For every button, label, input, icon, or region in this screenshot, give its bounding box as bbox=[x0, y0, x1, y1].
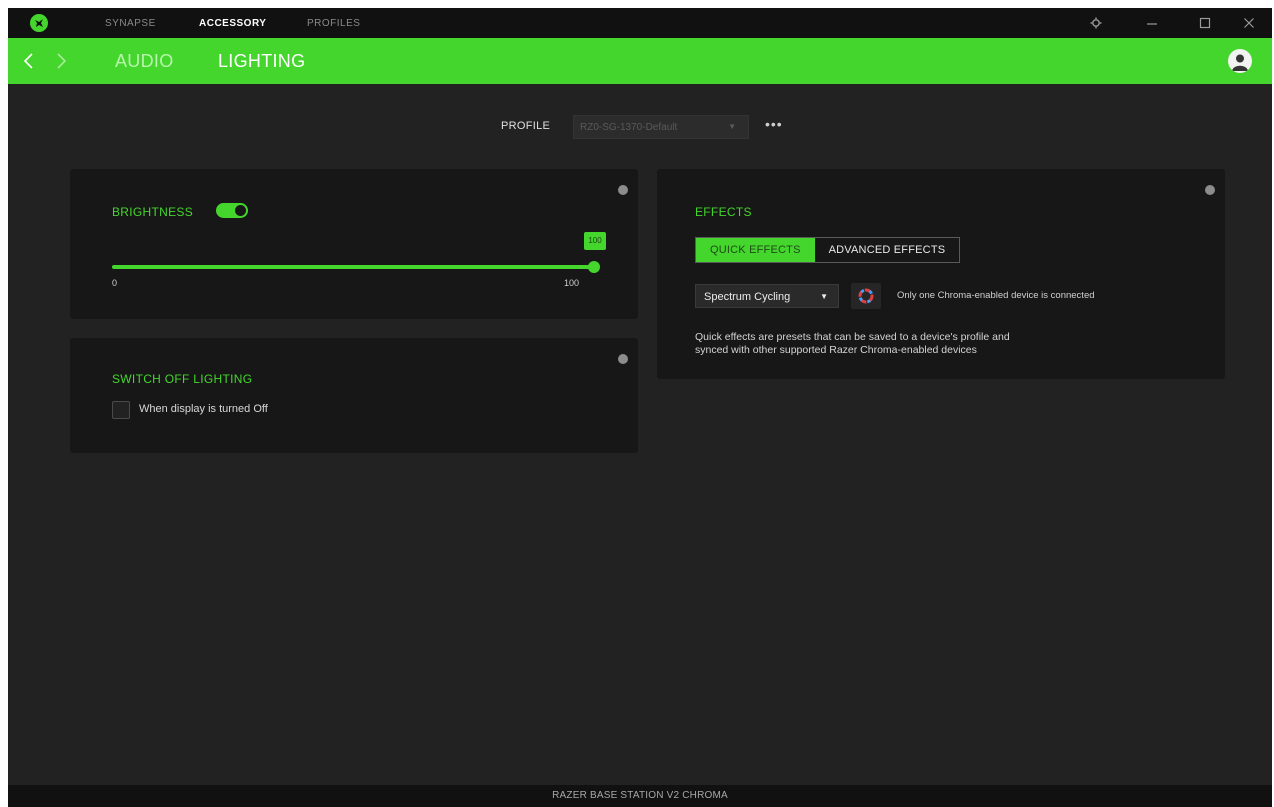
switch-off-lighting-card: SWITCH OFF LIGHTING When display is turn… bbox=[70, 338, 638, 453]
switch-off-lighting-title: SWITCH OFF LIGHTING bbox=[112, 372, 253, 386]
profile-dropdown[interactable]: RZ0-SG-1370-Default ▼ bbox=[573, 115, 749, 139]
maximize-icon[interactable] bbox=[1198, 16, 1212, 30]
tab-lighting[interactable]: LIGHTING bbox=[218, 51, 305, 72]
profile-label: PROFILE bbox=[501, 120, 551, 132]
effects-title: EFFECTS bbox=[695, 205, 752, 219]
brightness-slider-track[interactable] bbox=[112, 265, 594, 269]
tab-synapse[interactable]: SYNAPSE bbox=[105, 18, 156, 29]
help-icon[interactable] bbox=[1205, 185, 1215, 195]
effects-description-line: Quick effects are presets that can be sa… bbox=[695, 331, 1010, 343]
help-icon[interactable] bbox=[618, 354, 628, 364]
effects-description-line: synced with other supported Razer Chroma… bbox=[695, 344, 977, 356]
close-icon[interactable] bbox=[1242, 16, 1256, 30]
back-arrow-icon[interactable] bbox=[22, 51, 36, 71]
caret-down-icon: ▼ bbox=[820, 292, 828, 301]
caret-down-icon: ▼ bbox=[728, 122, 736, 131]
toggle-knob bbox=[235, 205, 246, 216]
chroma-device-note: Only one Chroma-enabled device is connec… bbox=[897, 290, 1095, 301]
profile-selected-value: RZ0-SG-1370-Default bbox=[580, 122, 678, 133]
slider-min-label: 0 bbox=[112, 278, 118, 288]
brightness-value-badge: 100 bbox=[584, 232, 606, 250]
effect-dropdown[interactable]: Spectrum Cycling ▼ bbox=[695, 284, 839, 308]
effect-selected-value: Spectrum Cycling bbox=[704, 291, 791, 303]
razer-logo-icon[interactable] bbox=[30, 14, 48, 32]
brightness-card: BRIGHTNESS 100 0 100 bbox=[70, 169, 638, 319]
minimize-icon[interactable] bbox=[1145, 16, 1159, 30]
tab-accessory[interactable]: ACCESSORY bbox=[199, 18, 266, 29]
user-avatar-icon[interactable] bbox=[1228, 49, 1252, 73]
brightness-title: BRIGHTNESS bbox=[112, 205, 194, 219]
app-window: SYNAPSE ACCESSORY PROFILES AUDIO LIGHTIN… bbox=[8, 8, 1272, 807]
effects-card: EFFECTS QUICK EFFECTS ADVANCED EFFECTS S… bbox=[657, 169, 1225, 379]
effects-description: Quick effects are presets that can be sa… bbox=[695, 331, 1155, 357]
tab-advanced-effects[interactable]: ADVANCED EFFECTS bbox=[815, 238, 960, 262]
device-name: RAZER BASE STATION V2 CHROMA bbox=[552, 790, 728, 801]
profile-more-button[interactable]: ••• bbox=[765, 117, 783, 131]
effects-tab-group: QUICK EFFECTS ADVANCED EFFECTS bbox=[695, 237, 961, 263]
title-bar: SYNAPSE ACCESSORY PROFILES bbox=[8, 8, 1272, 38]
slider-max-label: 100 bbox=[564, 278, 580, 288]
chroma-icon bbox=[858, 288, 874, 304]
footer-bar: RAZER BASE STATION V2 CHROMA bbox=[8, 785, 1272, 807]
tab-audio[interactable]: AUDIO bbox=[115, 51, 174, 72]
display-off-label: When display is turned Off bbox=[139, 403, 268, 415]
gear-icon[interactable] bbox=[1089, 16, 1103, 30]
display-off-checkbox[interactable] bbox=[112, 401, 130, 419]
brightness-slider-thumb[interactable] bbox=[588, 261, 600, 273]
brightness-toggle[interactable] bbox=[216, 203, 248, 218]
tab-profiles[interactable]: PROFILES bbox=[307, 18, 360, 29]
forward-arrow-icon[interactable] bbox=[54, 51, 68, 71]
sub-nav-bar: AUDIO LIGHTING bbox=[8, 38, 1272, 84]
chroma-button[interactable] bbox=[851, 283, 881, 309]
help-icon[interactable] bbox=[618, 185, 628, 195]
tab-quick-effects[interactable]: QUICK EFFECTS bbox=[696, 238, 815, 262]
